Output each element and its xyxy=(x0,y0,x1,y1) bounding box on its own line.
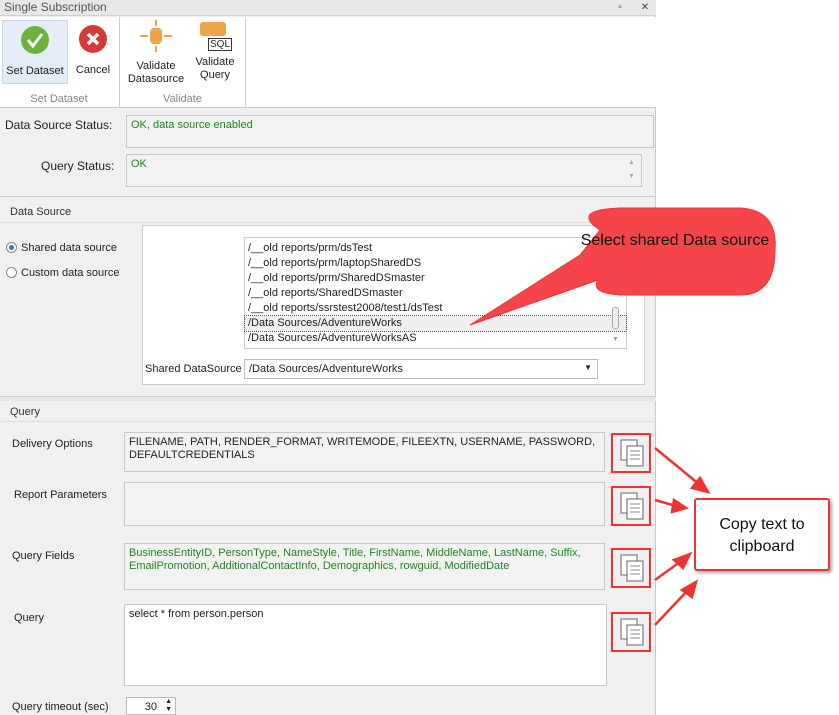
copy-callout: Copy text to clipboard xyxy=(694,498,830,571)
select-callout-bubble xyxy=(469,207,776,326)
annotation-overlay xyxy=(469,207,776,626)
select-callout-text: Select shared Data source xyxy=(580,232,770,249)
